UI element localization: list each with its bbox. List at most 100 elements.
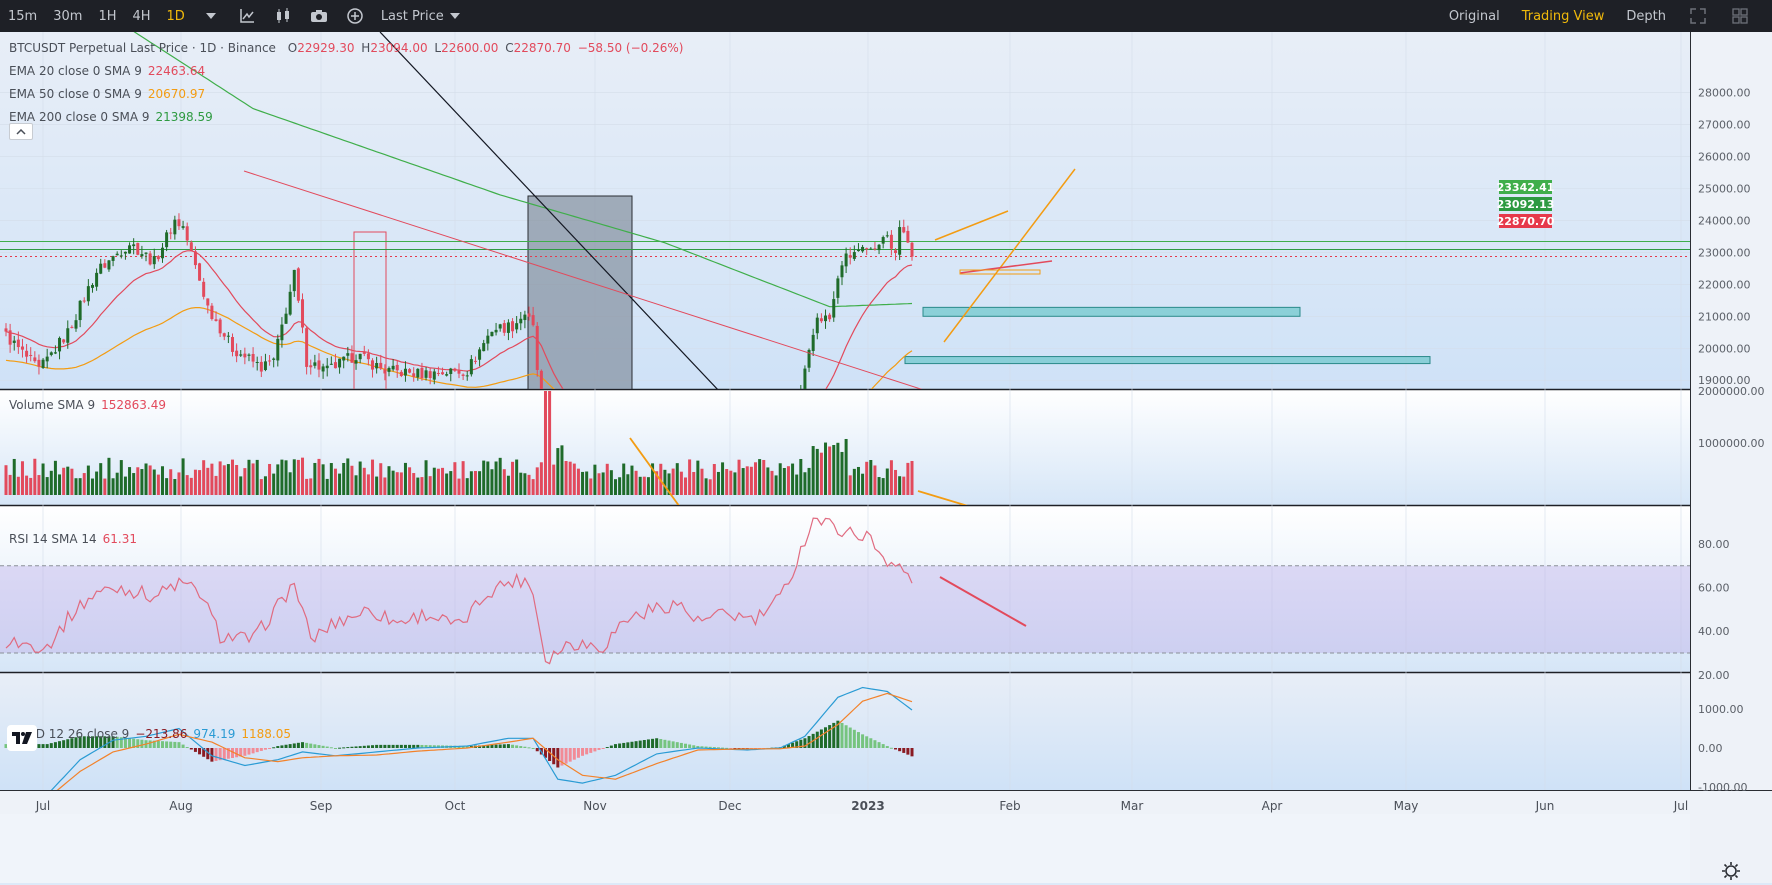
ema200-legend[interactable]: EMA 200 close 0 SMA 9 21398.59 (9, 110, 213, 124)
macd-histogram-bar (564, 748, 568, 764)
macd-histogram-bar (62, 740, 66, 748)
time-tick-label: Feb (999, 799, 1020, 813)
interval-1d[interactable]: 1D (167, 9, 185, 24)
macd-histogram-bar (708, 746, 712, 748)
volume-bar (618, 477, 622, 495)
indicators-icon[interactable] (237, 6, 257, 26)
interval-15m[interactable]: 15m (8, 9, 37, 24)
candle-body (82, 300, 86, 302)
candle-body (391, 365, 395, 370)
macd-histogram-bar (198, 748, 202, 755)
volume-bar (366, 474, 370, 495)
time-tick-label: Oct (445, 799, 466, 813)
tradingview-logo[interactable] (7, 725, 37, 751)
candle-body (12, 340, 16, 343)
macd-histogram-bar (844, 725, 848, 748)
candle-body (58, 337, 62, 352)
macd-histogram-bar (156, 740, 160, 748)
candle-body (305, 328, 309, 367)
macd-legend[interactable]: MACD 12 26 close 9 −213.86 974.19 1188.05 (9, 727, 291, 741)
volume-bar (202, 460, 206, 495)
interval-4h[interactable]: 4H (132, 9, 150, 24)
volume-bar (589, 478, 593, 495)
interval-1h[interactable]: 1H (98, 9, 116, 24)
volume-bar (478, 471, 482, 495)
volume-tick-label: 1000000.00 (1698, 437, 1764, 450)
macd-histogram-bar (519, 746, 523, 748)
collapse-legend-button[interactable] (9, 123, 33, 140)
volume-bar (111, 478, 115, 495)
candle-body (78, 300, 82, 321)
trading-chart[interactable]: 28000.00 27000.00 26000.00 25000.00 24000.00… (0, 32, 1772, 883)
volume-bar (391, 470, 395, 495)
volume-bar (745, 466, 749, 495)
volume-bar (268, 463, 272, 495)
ohlc-low: 22600.00 (441, 41, 499, 55)
volume-bar (684, 477, 687, 495)
volume-bar (29, 477, 33, 495)
view-depth[interactable]: Depth (1626, 9, 1666, 24)
volume-bar (412, 473, 416, 495)
ema200-label: EMA 200 close 0 SMA 9 (9, 110, 150, 124)
macd-histogram-bar (576, 748, 580, 758)
candle-body (193, 251, 197, 266)
price-type-select[interactable]: Last Price (381, 9, 460, 24)
candle-type-icon[interactable] (273, 6, 293, 26)
volume-bar (169, 469, 173, 495)
volume-bar (778, 463, 782, 495)
macd-histogram-bar (185, 747, 189, 749)
add-icon[interactable] (345, 6, 365, 26)
time-tick-label: Sep (310, 799, 333, 813)
candle-body (366, 353, 370, 360)
volume-bar (898, 476, 902, 495)
camera-icon[interactable] (309, 6, 329, 26)
candle-body (515, 323, 519, 330)
symbol-legend: BTCUSDT Perpetual Last Price · 1D · Bina… (9, 41, 683, 55)
macd-histogram-bar (856, 732, 860, 748)
macd-histogram-bar (877, 742, 881, 748)
macd-histogram-bar (58, 741, 62, 748)
macd-histogram-bar (305, 742, 309, 748)
volume-bar (160, 466, 164, 495)
candle-body (461, 374, 465, 376)
volume-bar (795, 474, 799, 495)
volume-bar (716, 471, 720, 495)
view-original[interactable]: Original (1449, 9, 1500, 24)
volume-bar (786, 466, 790, 495)
macd-histogram-bar (894, 748, 898, 750)
volume-bar (634, 470, 638, 495)
ema50-legend[interactable]: EMA 50 close 0 SMA 9 20670.97 (9, 87, 205, 101)
layout-icon[interactable] (1730, 6, 1750, 26)
ema20-legend[interactable]: EMA 20 close 0 SMA 9 22463.64 (9, 64, 205, 78)
macd-histogram-bar (535, 748, 539, 752)
volume-bar (721, 462, 725, 495)
volume-bar (832, 445, 836, 495)
volume-bar (226, 464, 230, 495)
volume-bar (305, 478, 309, 495)
candle-body (325, 365, 329, 369)
settings-icon[interactable] (1721, 861, 1741, 881)
macd-histogram-bar (276, 746, 280, 748)
rsi-legend[interactable]: RSI 14 SMA 14 61.31 (9, 532, 137, 546)
volume-bar (564, 461, 568, 495)
candle-body (189, 242, 193, 251)
view-trading-view[interactable]: Trading View (1522, 9, 1605, 24)
interval-30m[interactable]: 30m (53, 9, 82, 24)
ohlc-close: 22870.70 (513, 41, 571, 55)
candle-body (453, 368, 457, 371)
volume-legend[interactable]: Volume SMA 9 152863.49 (9, 398, 166, 412)
fullscreen-icon[interactable] (1688, 6, 1708, 26)
volume-bar (74, 478, 78, 495)
macd-histogram-bar (852, 729, 856, 748)
main-pane-bg (0, 32, 1690, 389)
candle-body (329, 363, 333, 365)
macd-histogram-bar (494, 744, 498, 748)
candle-body (828, 314, 832, 320)
macd-histogram-bar (523, 746, 527, 748)
volume-bar (856, 466, 860, 495)
candle-body (535, 325, 539, 370)
volume-bar (346, 458, 350, 495)
chevron-down-icon[interactable] (201, 6, 221, 26)
volume-bar (49, 470, 53, 495)
candle-body (86, 286, 90, 302)
